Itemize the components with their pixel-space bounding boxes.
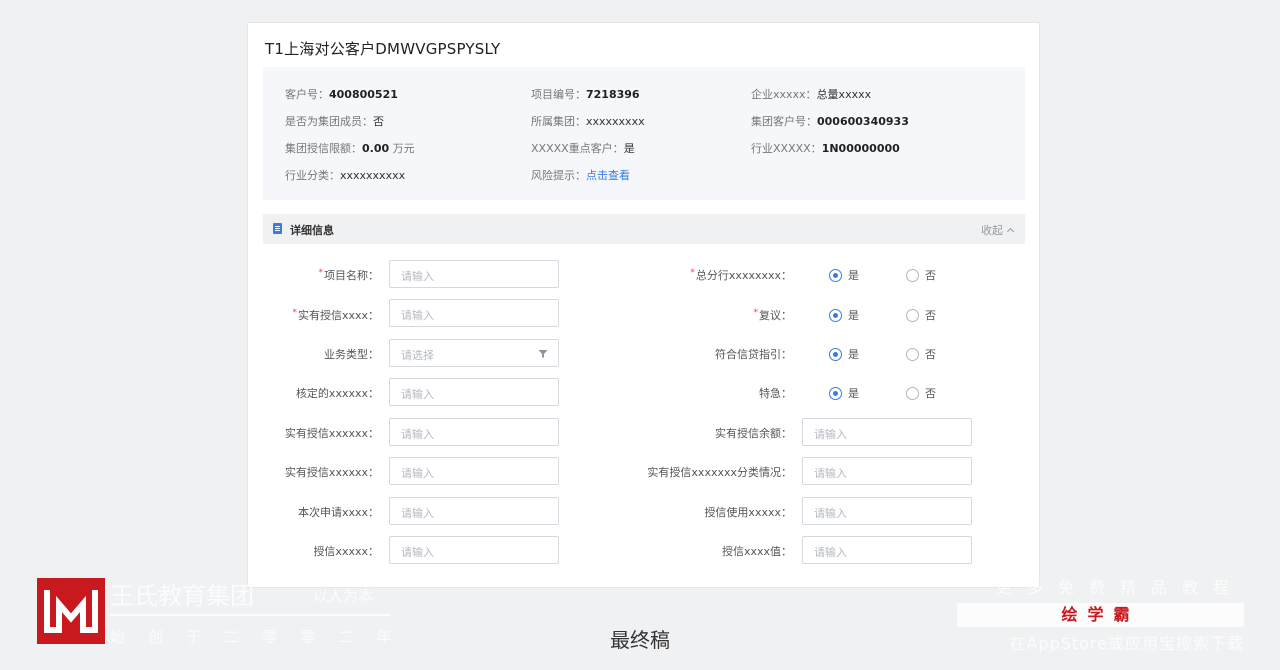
- info-group-member: 是否为集团成员：否: [285, 115, 384, 128]
- label-actual-credit: *实有授信xxxx：: [292, 308, 379, 322]
- actual-credit-input[interactable]: 请输入: [389, 299, 559, 327]
- label-head-branch: *总分行xxxxxxxx：: [690, 268, 792, 282]
- urgent-yes-radio[interactable]: 是: [829, 385, 859, 401]
- label-credit-classification: 实有授信xxxxxxx分类情况：: [647, 466, 792, 479]
- urgent-no-radio[interactable]: 否: [906, 385, 936, 401]
- info-customer-number: 客户号：400800521: [285, 88, 398, 101]
- label-credit-value: 授信xxxx值：: [721, 545, 792, 558]
- credit-value-input[interactable]: 请输入: [802, 536, 972, 564]
- watermark-download: 在AppStore或应用宝搜索下载: [1009, 634, 1244, 653]
- label-current-application: 本次申请xxxx：: [297, 506, 379, 519]
- info-risk-hint: 风险提示：点击查看: [531, 169, 630, 182]
- info-group-credit-limit: 集团授信限额：0.00 万元: [285, 142, 415, 155]
- watermark-divider: [110, 614, 390, 616]
- chevron-up-icon: [1006, 227, 1015, 236]
- label-credit-guideline: 符合信贷指引：: [715, 348, 792, 361]
- watermark-tutorials: 更多免费精品教程: [995, 578, 1244, 597]
- credit-input[interactable]: 请输入: [389, 536, 559, 564]
- watermark-slogan: 以人为本: [313, 587, 374, 605]
- info-key-customer: XXXXX重点客户：是: [531, 142, 635, 155]
- label-urgent: 特急：: [759, 387, 792, 400]
- collapse-button[interactable]: 收起: [981, 222, 1015, 238]
- label-actual-credit-2: 实有授信xxxxxx：: [284, 427, 379, 440]
- info-industry-code: 行业XXXXX：1N00000000: [751, 142, 900, 155]
- info-group-customer-number: 集团客户号：000600340933: [751, 115, 909, 128]
- credit-guideline-no-radio[interactable]: 否: [906, 346, 936, 362]
- head-branch-no-radio[interactable]: 否: [906, 267, 936, 283]
- watermark-company: 王氏教育集团: [110, 582, 254, 610]
- document-icon: [273, 223, 282, 234]
- reconsider-yes-radio[interactable]: 是: [829, 307, 859, 323]
- watermark-badge: 绘学霸: [957, 603, 1244, 627]
- label-approved: 核定的xxxxxx：: [295, 387, 379, 400]
- info-industry-category: 行业分类：xxxxxxxxxx: [285, 169, 406, 182]
- business-type-select[interactable]: 请选择: [389, 339, 559, 367]
- current-application-input[interactable]: 请输入: [389, 497, 559, 525]
- credit-usage-input[interactable]: 请输入: [802, 497, 972, 525]
- project-detail-card: T1上海对公客户DMWVGPSPYSLY 客户号：400800521 项目编号：…: [247, 22, 1040, 588]
- label-actual-credit-3: 实有授信xxxxxx：: [284, 466, 379, 479]
- credit-guideline-yes-radio[interactable]: 是: [829, 346, 859, 362]
- risk-view-link[interactable]: 点击查看: [586, 169, 630, 182]
- info-group: 所属集团：xxxxxxxxx: [531, 115, 645, 128]
- actual-credit-2-input[interactable]: 请输入: [389, 418, 559, 446]
- label-business-type: 业务类型：: [324, 348, 379, 361]
- customer-info-panel: 客户号：400800521 项目编号：7218396 企业xxxxx：总量xxx…: [263, 67, 1025, 200]
- label-credit-usage: 授信使用xxxxx：: [704, 506, 792, 519]
- reconsider-no-radio[interactable]: 否: [906, 307, 936, 323]
- label-project-name: *项目名称：: [318, 268, 380, 282]
- label-reconsider: *复议：: [753, 308, 793, 322]
- watermark-right: 更多免费精品教程 绘学霸 在AppStore或应用宝搜索下载: [957, 574, 1244, 654]
- detail-section-header: 详细信息 收起: [263, 214, 1025, 244]
- label-credit-balance: 实有授信余额：: [715, 427, 792, 440]
- info-project-number: 项目编号：7218396: [531, 88, 640, 101]
- credit-classification-input[interactable]: 请输入: [802, 457, 972, 485]
- label-credit: 授信xxxxx：: [313, 545, 379, 558]
- customer-title: T1上海对公客户DMWVGPSPYSLY: [265, 40, 501, 58]
- info-enterprise: 企业xxxxx：总量xxxxx: [751, 88, 872, 101]
- filter-icon: [538, 350, 548, 358]
- actual-credit-3-input[interactable]: 请输入: [389, 457, 559, 485]
- head-branch-yes-radio[interactable]: 是: [829, 267, 859, 283]
- section-title: 详细信息: [290, 224, 334, 237]
- project-name-input[interactable]: 请输入: [389, 260, 559, 288]
- credit-balance-input[interactable]: 请输入: [802, 418, 972, 446]
- approved-input[interactable]: 请输入: [389, 378, 559, 406]
